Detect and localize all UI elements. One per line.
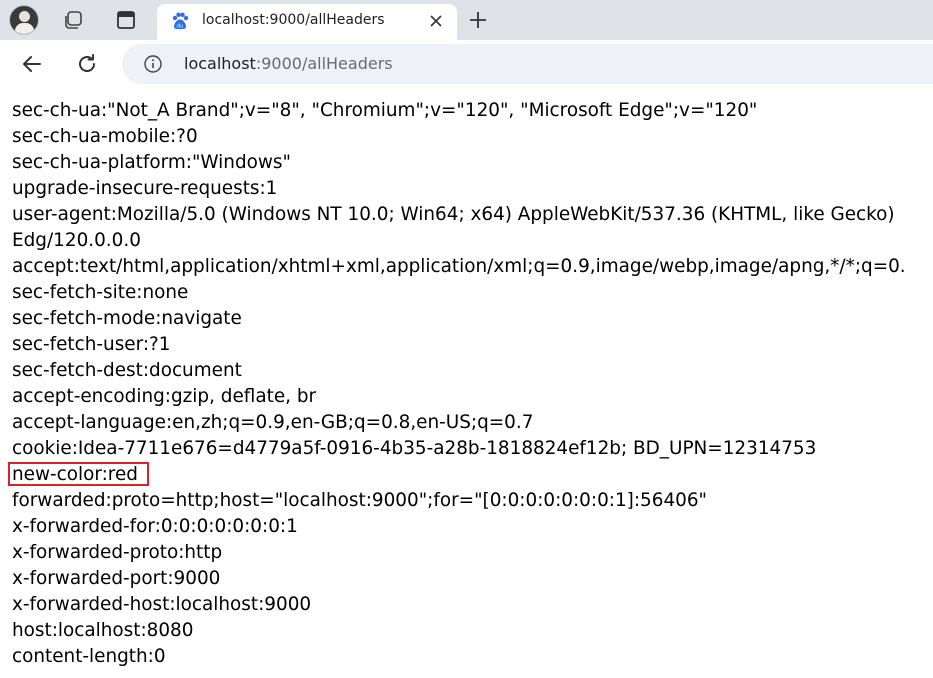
header-line: sec-ch-ua:"Not_A Brand";v="8", "Chromium… xyxy=(12,100,758,121)
header-line-highlighted: new-color:red xyxy=(12,464,138,485)
header-line: Edg/120.0.0.0 xyxy=(12,230,141,251)
info-icon[interactable] xyxy=(143,54,163,74)
header-line: x-forwarded-host:localhost:9000 xyxy=(12,594,312,615)
header-line: host:localhost:8080 xyxy=(12,620,194,641)
header-line: sec-ch-ua-platform:"Windows" xyxy=(12,152,291,173)
vertical-tabs-icon[interactable] xyxy=(115,9,137,31)
header-line: x-forwarded-for:0:0:0:0:0:0:0:1 xyxy=(12,516,298,537)
highlight-box xyxy=(8,462,149,486)
header-line: sec-fetch-user:?1 xyxy=(12,334,171,355)
url-host: localhost xyxy=(184,54,256,73)
header-line: forwarded:proto=http;host="localhost:900… xyxy=(12,490,708,511)
header-line: sec-ch-ua-mobile:?0 xyxy=(12,126,198,147)
header-line: upgrade-insecure-requests:1 xyxy=(12,178,278,199)
tab-strip: du localhost:9000/allHeaders xyxy=(0,0,933,40)
header-line: sec-fetch-mode:navigate xyxy=(12,308,242,329)
svg-text:du: du xyxy=(177,24,184,30)
reload-icon[interactable] xyxy=(75,52,99,76)
tab-title: localhost:9000/allHeaders xyxy=(202,12,385,28)
workspaces-icon[interactable] xyxy=(62,9,84,31)
url-path: :9000/allHeaders xyxy=(255,54,393,73)
url-text: localhost:9000/allHeaders xyxy=(184,54,393,73)
tab-active[interactable]: du localhost:9000/allHeaders xyxy=(157,4,457,40)
profile-avatar[interactable] xyxy=(9,5,39,35)
toolbar: localhost:9000/allHeaders xyxy=(0,40,933,88)
plus-icon[interactable] xyxy=(467,9,489,31)
close-icon[interactable] xyxy=(427,12,445,30)
header-line: sec-fetch-dest:document xyxy=(12,360,242,381)
back-arrow-icon[interactable] xyxy=(20,52,44,76)
header-line: accept-language:en,zh;q=0.9,en-GB;q=0.8,… xyxy=(12,412,534,433)
header-line: accept:text/html,application/xhtml+xml,a… xyxy=(12,256,906,277)
header-line: sec-fetch-site:none xyxy=(12,282,189,303)
header-line: x-forwarded-proto:http xyxy=(12,542,223,563)
headers-list: sec-ch-ua:"Not_A Brand";v="8", "Chromium… xyxy=(12,98,933,670)
address-bar[interactable]: localhost:9000/allHeaders xyxy=(122,44,933,84)
header-line: x-forwarded-port:9000 xyxy=(12,568,221,589)
header-line: cookie:Idea-7711e676=d4779a5f-0916-4b35-… xyxy=(12,438,817,459)
baidu-paw-icon: du xyxy=(170,11,190,31)
header-line: user-agent:Mozilla/5.0 (Windows NT 10.0;… xyxy=(12,204,895,225)
header-line: accept-encoding:gzip, deflate, br xyxy=(12,386,317,407)
header-line: content-length:0 xyxy=(12,646,166,667)
